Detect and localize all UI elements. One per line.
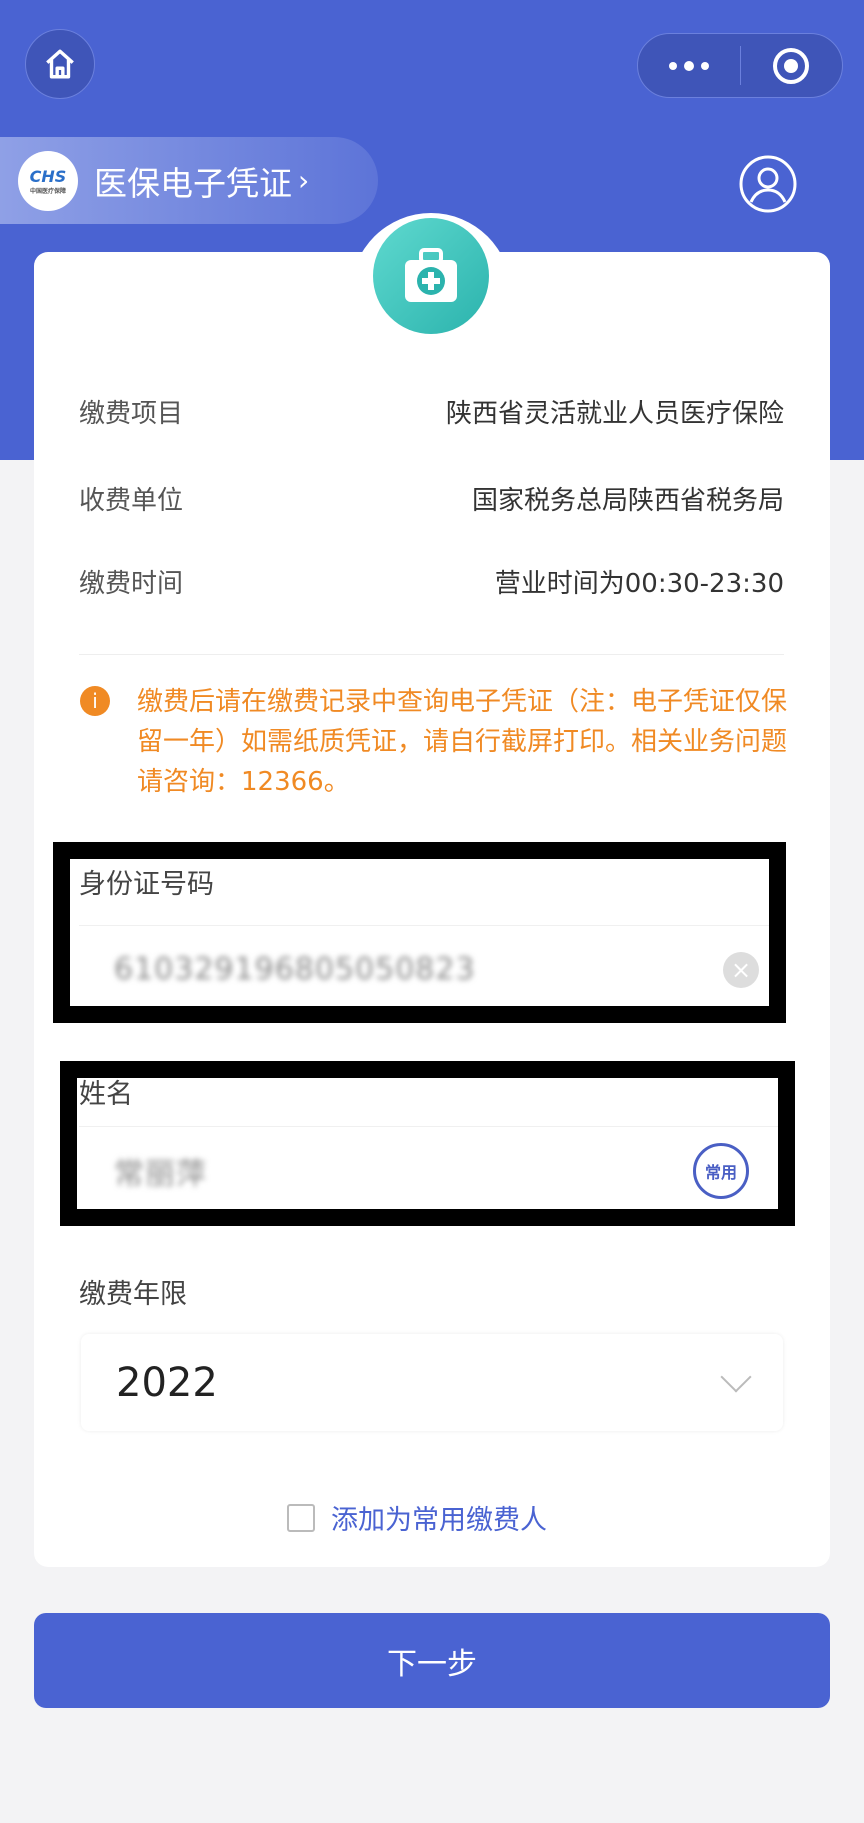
notice: i 缴费后请在缴费记录中查询电子凭证（注：电子凭证仅保留一年）如需纸质凭证，请自… xyxy=(80,682,790,802)
next-step-button[interactable]: 下一步 xyxy=(34,1613,830,1708)
mini-program-capsule xyxy=(637,33,843,98)
redaction-frame xyxy=(53,842,786,1023)
close-button[interactable] xyxy=(741,34,843,97)
info-row-payee: 收费单位 国家税务总局陕西省税务局 xyxy=(79,480,784,517)
ehealth-card-link[interactable]: CHS 中国医疗保障 医保电子凭证 › xyxy=(0,137,378,224)
row-label: 缴费时间 xyxy=(79,569,184,599)
user-profile-icon[interactable] xyxy=(739,155,797,213)
home-icon xyxy=(46,49,74,79)
year-value: 2022 xyxy=(116,1359,218,1406)
info-row-time: 缴费时间 营业时间为00:30-23:30 xyxy=(79,563,784,600)
banner-title: 医保电子凭证 xyxy=(94,163,292,203)
row-value: 营业时间为00:30-23:30 xyxy=(494,569,784,599)
chevron-right-icon: › xyxy=(298,164,310,197)
add-common-payer-checkbox[interactable]: 添加为常用缴费人 xyxy=(287,1498,547,1537)
more-button[interactable] xyxy=(638,34,740,97)
target-circle-icon xyxy=(773,47,810,84)
year-label: 缴费年限 xyxy=(79,1279,187,1310)
chs-logo: CHS 中国医疗保障 xyxy=(18,150,78,211)
info-row-item: 缴费项目 陕西省灵活就业人员医疗保险 xyxy=(79,393,784,430)
home-button[interactable] xyxy=(25,29,95,99)
info-icon: i xyxy=(80,686,110,716)
more-dots-icon xyxy=(668,60,709,71)
medical-kit-icon xyxy=(373,218,489,334)
row-label: 收费单位 xyxy=(79,486,184,516)
chevron-down-icon xyxy=(720,1361,752,1393)
notice-text: 缴费后请在缴费记录中查询电子凭证（注：电子凭证仅保留一年）如需纸质凭证，请自行截… xyxy=(137,687,788,797)
year-select[interactable]: 2022 xyxy=(81,1334,783,1431)
checkbox[interactable] xyxy=(287,1503,315,1532)
row-value: 陕西省灵活就业人员医疗保险 xyxy=(445,399,784,429)
row-value: 国家税务总局陕西省税务局 xyxy=(471,486,784,516)
row-label: 缴费项目 xyxy=(79,399,184,429)
divider xyxy=(79,654,784,655)
checkbox-label: 添加为常用缴费人 xyxy=(331,1505,547,1536)
redaction-frame xyxy=(60,1061,795,1226)
